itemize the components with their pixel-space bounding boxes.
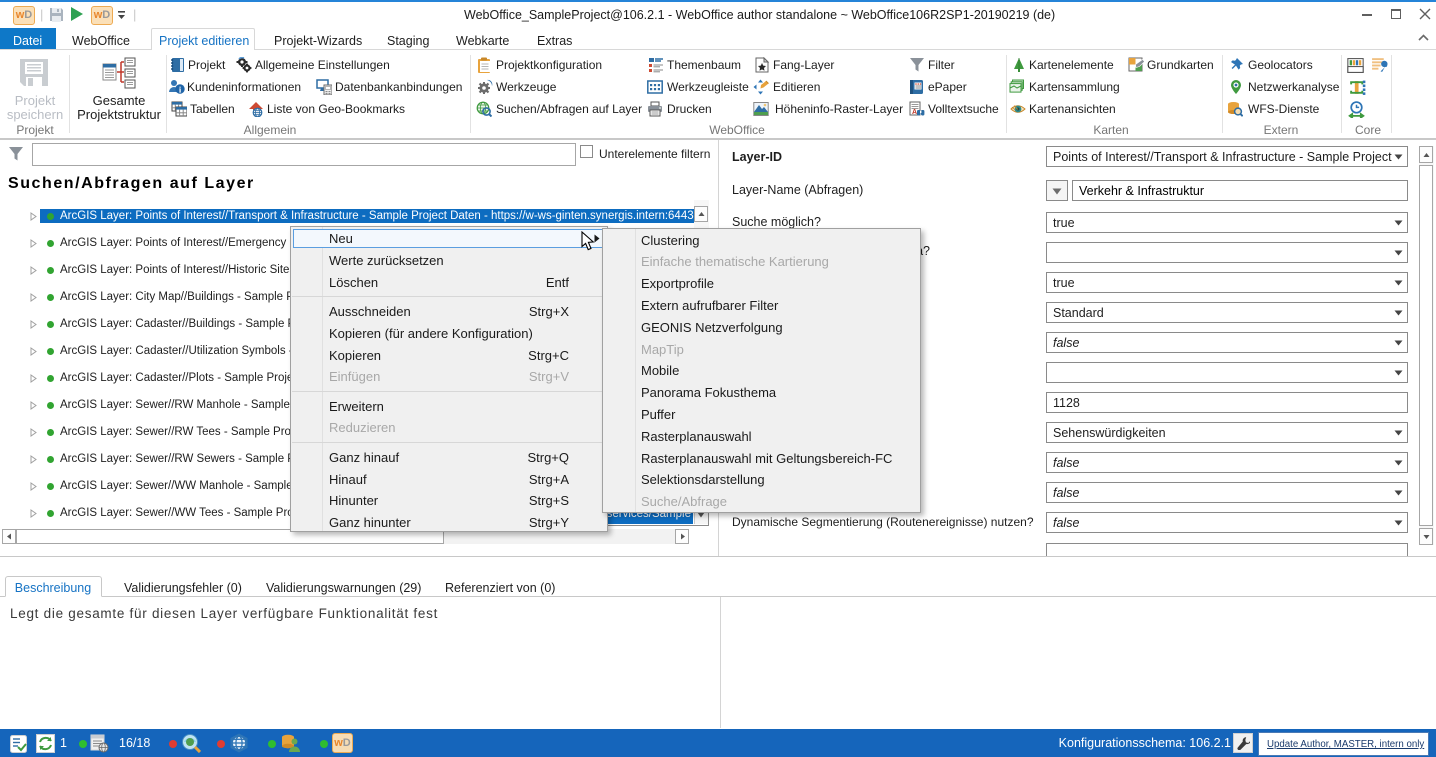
svg-text:A: A [912,109,917,116]
